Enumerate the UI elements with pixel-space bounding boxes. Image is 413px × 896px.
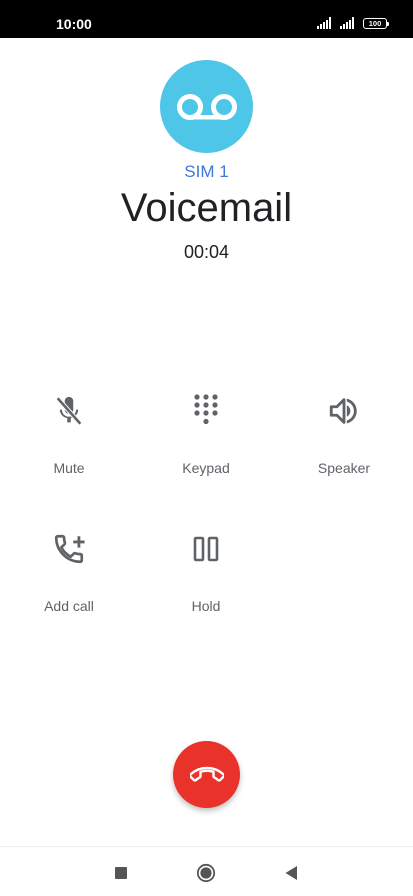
signal-icon [317, 17, 331, 29]
home-circle-icon [196, 863, 216, 883]
voicemail-icon [176, 93, 237, 120]
status-time: 10:00 [56, 16, 92, 32]
hold-button[interactable]: Hold [151, 531, 261, 627]
battery-level: 100 [368, 19, 382, 28]
battery-icon: 100 [363, 18, 389, 29]
back-triangle-icon [285, 866, 297, 880]
recents-square-icon [115, 867, 127, 879]
caller-avatar [160, 60, 253, 153]
end-call-button[interactable] [173, 741, 240, 808]
dialpad-icon [188, 393, 224, 429]
keypad-button[interactable]: Keypad [151, 393, 261, 489]
mic-off-icon [51, 393, 87, 429]
add-call-button[interactable]: Add call [14, 531, 124, 627]
keypad-label: Keypad [182, 460, 230, 476]
call-duration: 00:04 [183, 242, 230, 262]
speaker-button[interactable]: Speaker [289, 393, 399, 489]
speaker-label: Speaker [317, 460, 371, 476]
navigation-bar [0, 846, 413, 896]
mute-button[interactable]: Mute [14, 393, 124, 489]
add-call-label: Add call [44, 598, 94, 614]
in-call-screen: 10:00 100 SIM 1 Voicemail 00:04 Mute Key… [0, 0, 413, 896]
home-button[interactable] [194, 861, 218, 885]
hold-label: Hold [191, 598, 221, 614]
status-icons: 100 [317, 17, 389, 29]
add-call-icon [51, 531, 87, 567]
pause-icon [188, 531, 224, 567]
sim-label: SIM 1 [184, 162, 229, 181]
hang-up-icon [189, 766, 224, 782]
recents-button[interactable] [109, 861, 133, 885]
caller-name: Voicemail [120, 186, 293, 230]
status-bar: 10:00 100 [0, 0, 413, 38]
mute-label: Mute [53, 460, 85, 476]
speaker-icon [326, 393, 362, 429]
signal-icon [340, 17, 354, 29]
back-button[interactable] [279, 861, 303, 885]
